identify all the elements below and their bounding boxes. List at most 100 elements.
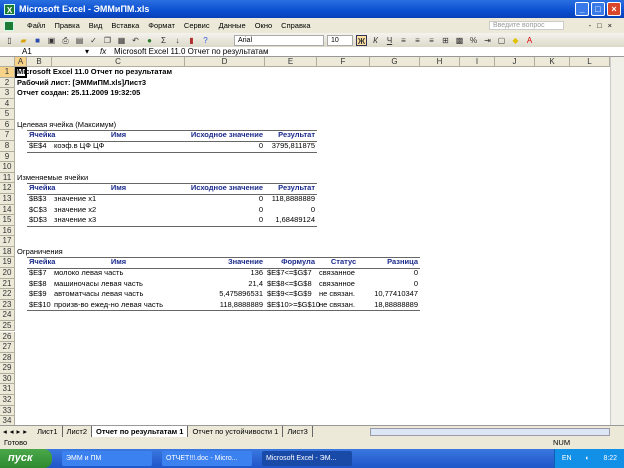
chart-wizard-icon[interactable]: ▮	[186, 35, 197, 46]
undo-icon[interactable]: ↶	[130, 35, 141, 46]
sheet-tab[interactable]: Отчет по устойчивости 1	[188, 426, 284, 437]
row-header[interactable]: 7	[0, 130, 15, 142]
align-center-icon[interactable]: ≡	[412, 35, 423, 46]
row-header[interactable]: 2	[0, 77, 15, 89]
save-icon[interactable]: ■	[32, 35, 43, 46]
row-header[interactable]: 22	[0, 289, 15, 300]
select-all-corner[interactable]	[0, 57, 15, 67]
row-header[interactable]: 1	[0, 67, 15, 78]
currency-icon[interactable]: ▩	[454, 35, 465, 46]
paste-icon[interactable]: ▦	[116, 35, 127, 46]
menu-item[interactable]: Окно	[255, 21, 272, 30]
row-header[interactable]: 24	[0, 310, 15, 321]
row-header[interactable]: 14	[0, 204, 15, 216]
maximize-button[interactable]: □	[591, 2, 605, 16]
column-header-E[interactable]: E	[265, 57, 317, 67]
insert-function-icon[interactable]: fx	[100, 47, 114, 56]
row-header[interactable]: 31	[0, 384, 15, 395]
column-header-L[interactable]: L	[570, 57, 610, 67]
start-button[interactable]: пуск	[0, 449, 52, 468]
minimize-button[interactable]: _	[575, 2, 589, 16]
sheet-tab[interactable]: Лист2	[63, 426, 92, 437]
column-header-B[interactable]: B	[27, 57, 52, 67]
row-header[interactable]: 27	[0, 342, 15, 353]
row-header[interactable]: 29	[0, 363, 15, 374]
fill-color-icon[interactable]: ◆	[510, 35, 521, 46]
sheet-tab[interactable]: Отчет по результатам 1	[92, 426, 189, 437]
row-header[interactable]: 13	[0, 193, 15, 205]
borders-icon[interactable]: ▢	[496, 35, 507, 46]
bold-button[interactable]: Ж	[356, 34, 367, 46]
column-header-F[interactable]: F	[317, 57, 370, 67]
row-header[interactable]: 28	[0, 352, 15, 364]
menu-item[interactable]: Справка	[281, 21, 310, 30]
menu-item[interactable]: Данные	[219, 21, 246, 30]
row-header[interactable]: 8	[0, 141, 15, 152]
row-header[interactable]: 26	[0, 331, 15, 343]
menu-item[interactable]: Вид	[89, 21, 103, 30]
taskbar-button[interactable]: ЭММ и ПМ	[62, 451, 152, 466]
ask-question-input[interactable]: Введите вопрос	[489, 21, 564, 30]
column-header-K[interactable]: K	[535, 57, 570, 67]
align-left-icon[interactable]: ≡	[398, 35, 409, 46]
row-header[interactable]: 32	[0, 394, 15, 406]
name-box-dropdown-icon[interactable]: ▾	[85, 47, 100, 56]
underline-button[interactable]: Ч	[384, 35, 395, 46]
row-header[interactable]: 25	[0, 320, 15, 332]
column-header-H[interactable]: H	[420, 57, 460, 67]
indent-icon[interactable]: ⇥	[482, 35, 493, 46]
sort-icon[interactable]: ↓	[172, 35, 183, 46]
menu-item[interactable]: Сервис	[184, 21, 210, 30]
font-name-select[interactable]: Arial	[234, 34, 324, 46]
row-header[interactable]: 11	[0, 172, 15, 184]
workbook-icon[interactable]	[4, 20, 14, 31]
taskbar-button[interactable]: Microsoft Excel - ЭМ...	[262, 451, 352, 466]
row-header[interactable]: 16	[0, 225, 15, 237]
column-header-J[interactable]: J	[495, 57, 535, 67]
row-header[interactable]: 23	[0, 299, 15, 311]
menu-item[interactable]: Вставка	[111, 21, 139, 30]
column-header-D[interactable]: D	[185, 57, 265, 67]
permission-icon[interactable]: ▣	[46, 35, 57, 46]
font-color-icon[interactable]: A	[524, 35, 535, 46]
sheet-tab[interactable]: Лист3	[283, 426, 313, 437]
row-header[interactable]: 21	[0, 278, 15, 290]
volume-icon[interactable]: ◐	[585, 455, 589, 462]
print-icon[interactable]: ⎙	[60, 35, 71, 46]
align-right-icon[interactable]: ≡	[426, 35, 437, 46]
font-size-select[interactable]: 10	[327, 34, 353, 46]
row-header[interactable]: 5	[0, 109, 15, 120]
new-icon[interactable]: ▯	[4, 35, 15, 46]
sheet-tab[interactable]: Лист1	[33, 426, 63, 437]
column-header-I[interactable]: I	[460, 57, 495, 67]
print-preview-icon[interactable]: ▤	[74, 35, 85, 46]
row-header[interactable]: 4	[0, 98, 15, 110]
help-icon[interactable]: ?	[200, 35, 211, 46]
row-header[interactable]: 20	[0, 268, 15, 279]
percent-button[interactable]: %	[468, 35, 479, 46]
open-icon[interactable]: ▰	[18, 35, 29, 46]
column-header-G[interactable]: G	[370, 57, 420, 67]
row-header[interactable]: 17	[0, 236, 15, 247]
autosum-icon[interactable]: Σ	[158, 35, 169, 46]
row-header[interactable]: 9	[0, 151, 15, 163]
row-header[interactable]: 30	[0, 373, 15, 385]
menu-item[interactable]: Правка	[54, 21, 79, 30]
row-header[interactable]: 6	[0, 119, 15, 131]
workbook-window-controls[interactable]: -□×	[589, 21, 618, 30]
hyperlink-icon[interactable]: ●	[144, 35, 155, 46]
spreadsheet-grid[interactable]: A B C D E F G H I J K L 1 2 3 4 5 6 7 8 9 10 11 12 13 14 15 16 17 18 1…	[0, 57, 610, 425]
row-header[interactable]: 18	[0, 246, 15, 258]
row-header[interactable]: 34	[0, 416, 15, 425]
italic-button[interactable]: К	[370, 35, 381, 46]
merge-center-icon[interactable]: ⊞	[440, 35, 451, 46]
row-header[interactable]: 10	[0, 162, 15, 173]
row-header[interactable]: 15	[0, 215, 15, 226]
taskbar-button[interactable]: ОТЧЕТ!!!.doc - Micro...	[162, 451, 252, 466]
copy-icon[interactable]: ❐	[102, 35, 113, 46]
row-header[interactable]: 19	[0, 257, 15, 269]
row-header[interactable]: 33	[0, 405, 15, 417]
language-indicator[interactable]: EN	[562, 455, 572, 462]
formula-input[interactable]: Microsoft Excel 11.0 Отчет по результата…	[114, 47, 269, 56]
vertical-scrollbar[interactable]	[610, 57, 624, 425]
